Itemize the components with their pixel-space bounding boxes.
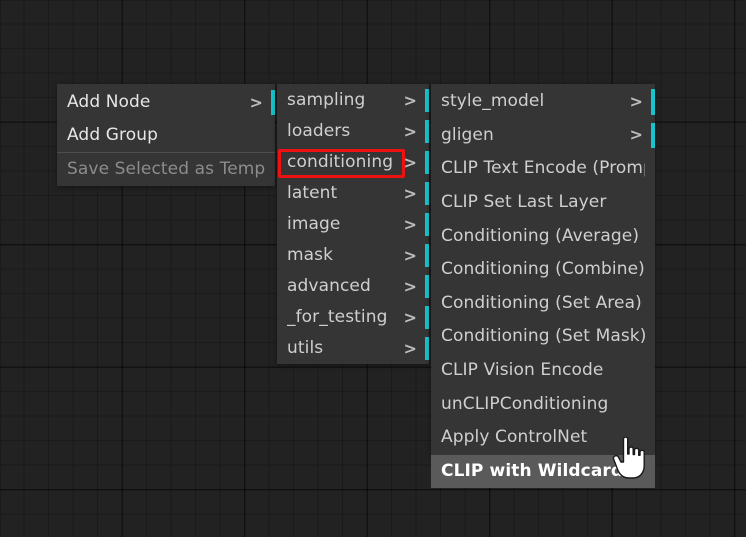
menu-item-label: unCLIPConditioning — [441, 395, 609, 413]
menu-item-label: gligen — [441, 126, 494, 144]
menu-item-label: Conditioning (Average) — [441, 227, 640, 245]
submenu-accent-bar — [425, 89, 429, 112]
chevron-right-icon: > — [403, 121, 417, 141]
menu-item-add-group[interactable]: Add Group — [57, 119, 275, 152]
chevron-right-icon: > — [403, 276, 417, 296]
menu-item-label: sampling — [287, 92, 366, 109]
menu-item-label: CLIP Set Last Layer — [441, 194, 607, 212]
chevron-right-icon: > — [403, 338, 417, 358]
chevron-right-icon: > — [403, 214, 417, 234]
chevron-right-icon: > — [403, 183, 417, 203]
submenu-accent-bar — [425, 306, 429, 329]
menu-item-apply-controlnet[interactable]: Apply ControlNet — [431, 421, 655, 455]
menu-item-latent[interactable]: latent > — [277, 178, 429, 209]
submenu-accent-bar — [425, 213, 429, 236]
menu-item-label: style_model — [441, 93, 545, 111]
menu-item-label: mask — [287, 247, 334, 264]
menu-item-label: CLIP with Wildcards — [441, 462, 634, 480]
submenu-accent-bar — [271, 90, 275, 115]
menu-item-label: latent — [287, 185, 338, 202]
submenu-accent-bar — [425, 244, 429, 267]
menu-item-label: Conditioning (Combine) — [441, 261, 645, 279]
menu-item-utils[interactable]: utils > — [277, 333, 429, 364]
submenu-accent-bar — [651, 122, 655, 149]
menu-item-label: Conditioning (Set Mask) — [441, 328, 645, 346]
menu-item-label: Save Selected as Template — [67, 161, 265, 178]
menu-item-label: advanced — [287, 278, 371, 295]
context-menu-root[interactable]: Add Node > Add Group Save Selected as Te… — [57, 84, 275, 186]
menu-item-label: conditioning — [287, 154, 394, 171]
menu-item-conditioning-set-area[interactable]: Conditioning (Set Area) — [431, 287, 655, 321]
context-menu-categories[interactable]: sampling > loaders > conditioning > late… — [277, 84, 429, 364]
menu-item-label: loaders — [287, 123, 351, 140]
menu-item-conditioning[interactable]: conditioning > — [277, 147, 429, 178]
menu-item-mask[interactable]: mask > — [277, 240, 429, 271]
menu-item-label: Conditioning (Set Area) — [441, 294, 642, 312]
submenu-accent-bar — [425, 151, 429, 174]
menu-item-save-selected-as-template[interactable]: Save Selected as Template — [57, 153, 275, 186]
menu-item-label: Apply ControlNet — [441, 429, 588, 447]
menu-item-conditioning-average[interactable]: Conditioning (Average) — [431, 219, 655, 253]
chevron-right-icon: > — [403, 245, 417, 265]
submenu-accent-bar — [651, 89, 655, 115]
menu-item-label: image — [287, 216, 341, 233]
submenu-accent-bar — [425, 182, 429, 205]
menu-item-advanced[interactable]: advanced > — [277, 271, 429, 302]
menu-item-gligen[interactable]: gligen > — [431, 119, 655, 153]
menu-item-conditioning-set-mask[interactable]: Conditioning (Set Mask) — [431, 320, 655, 354]
submenu-accent-bar — [425, 337, 429, 360]
menu-item-clip-set-last-layer[interactable]: CLIP Set Last Layer — [431, 186, 655, 220]
menu-item-clip-with-wildcards[interactable]: CLIP with Wildcards — [431, 454, 655, 489]
chevron-right-icon: > — [403, 307, 417, 327]
chevron-right-icon: > — [629, 91, 643, 111]
menu-item-sampling[interactable]: sampling > — [277, 85, 429, 116]
submenu-accent-bar — [425, 120, 429, 143]
menu-item-image[interactable]: image > — [277, 209, 429, 240]
menu-item-loaders[interactable]: loaders > — [277, 116, 429, 147]
menu-item-clip-text-encode-prompt[interactable]: CLIP Text Encode (Prompt) — [431, 152, 655, 186]
context-menu-conditioning-nodes[interactable]: style_model > gligen > CLIP Text Encode … — [431, 84, 655, 489]
menu-item-label: Add Group — [67, 127, 158, 144]
menu-item-clip-vision-encode[interactable]: CLIP Vision Encode — [431, 354, 655, 388]
submenu-accent-bar — [425, 275, 429, 298]
menu-item-label: Add Node — [67, 94, 151, 111]
menu-item-conditioning-combine[interactable]: Conditioning (Combine) — [431, 253, 655, 287]
chevron-right-icon: > — [629, 125, 643, 145]
menu-item-style-model[interactable]: style_model > — [431, 85, 655, 119]
menu-item-label: CLIP Text Encode (Prompt) — [441, 160, 645, 178]
menu-item-for-testing[interactable]: _for_testing > — [277, 302, 429, 333]
menu-item-label: _for_testing — [287, 309, 388, 326]
chevron-right-icon: > — [249, 92, 263, 112]
menu-item-unclip-conditioning[interactable]: unCLIPConditioning — [431, 387, 655, 421]
menu-item-add-node[interactable]: Add Node > — [57, 86, 275, 119]
chevron-right-icon: > — [403, 90, 417, 110]
menu-item-label: utils — [287, 340, 324, 357]
chevron-right-icon: > — [403, 152, 417, 172]
menu-item-label: CLIP Vision Encode — [441, 362, 604, 380]
